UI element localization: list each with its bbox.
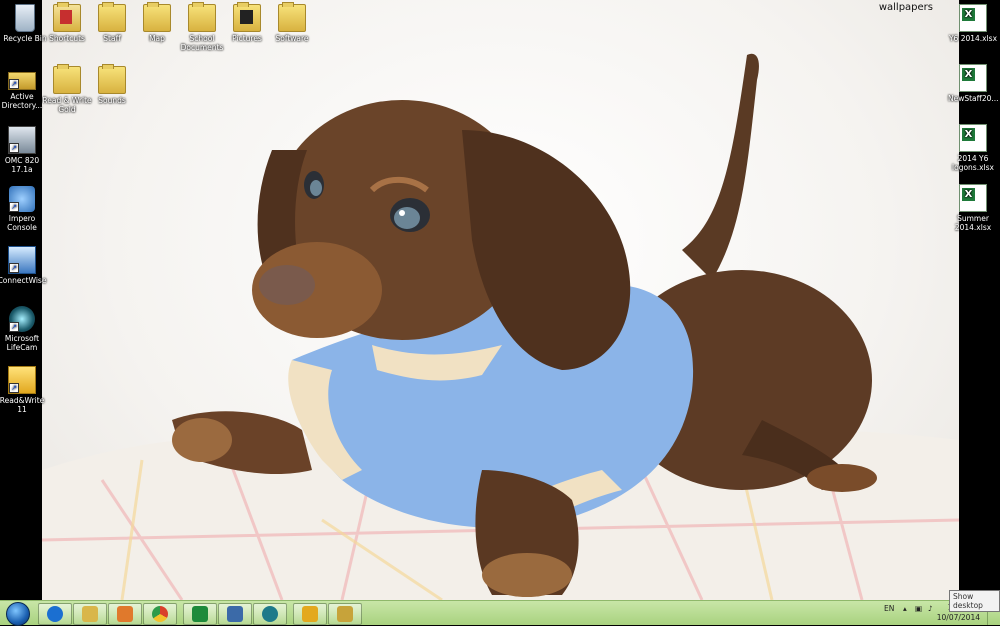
icon-label: ConnectWise: [0, 276, 47, 285]
taskbar: EN ▴ ▣ ♪ 15:09 10/07/2014: [0, 600, 1000, 626]
read-write-icon: [337, 606, 353, 622]
outlook-icon: [302, 606, 318, 622]
pictures-folder-icon: [233, 2, 261, 32]
recycle-bin-icon: [15, 4, 35, 32]
start-button[interactable]: [2, 601, 32, 626]
taskbar-publisher[interactable]: [183, 603, 217, 625]
folder-icon: [143, 2, 171, 32]
chrome-icon: [152, 606, 168, 622]
desktop-icon-lifecam[interactable]: ↗ Microsoft LifeCam: [0, 306, 47, 352]
readwrite-icon: ↗: [8, 366, 36, 394]
taskbar-chrome[interactable]: [143, 603, 177, 625]
icon-label: Map: [149, 34, 165, 43]
taskbar-media-player[interactable]: [108, 603, 142, 625]
desktop-icon-sounds[interactable]: Sounds: [87, 64, 137, 105]
folder-icon: [188, 2, 216, 32]
desktop-icon-read-write-gold[interactable]: Read & Write Gold: [42, 64, 92, 114]
network-icon[interactable]: ▣: [915, 604, 922, 613]
icon-label: Shortcuts: [49, 34, 85, 43]
desktop-icon-impero[interactable]: ↗ Impero Console: [0, 186, 47, 232]
icon-label: School Documents: [180, 34, 224, 52]
desktop-icon-school-documents[interactable]: School Documents: [177, 2, 227, 52]
icon-label: 2014 Y6 logons.xlsx: [952, 154, 994, 172]
lifecam-icon: ↗: [9, 306, 35, 332]
connectwise-icon: ↗: [8, 246, 36, 274]
desktop-icon-summer-2014[interactable]: Summer 2014.xlsx: [948, 184, 998, 232]
show-desktop-tooltip: Show desktop: [949, 590, 1000, 612]
folder-icon: [98, 2, 126, 32]
internet-explorer-icon: [47, 606, 63, 622]
icon-label: Impero Console: [7, 214, 37, 232]
impero-icon: ↗: [9, 186, 35, 212]
icon-label: Staff: [103, 34, 121, 43]
desktop-icon-shortcuts[interactable]: Shortcuts: [42, 2, 92, 43]
remote-desktop-icon: [227, 606, 243, 622]
shortcuts-folder-icon: [53, 2, 81, 32]
icon-label: Software: [275, 34, 309, 43]
volume-icon[interactable]: ♪: [928, 604, 933, 613]
taskbar-outlook[interactable]: [293, 603, 327, 625]
language-indicator[interactable]: EN: [884, 604, 894, 613]
desktop-icon-omc[interactable]: ↗ OMC 820 17.1a: [0, 126, 47, 174]
excel-file-icon: [959, 124, 987, 152]
folder-icon: [278, 2, 306, 32]
windows-logo-icon: [6, 602, 30, 626]
desktop-icon-readwrite[interactable]: ↗ Read&Write 11: [0, 366, 47, 414]
puppy-wallpaper-image: [42, 53, 959, 600]
icon-label: OMC 820 17.1a: [4, 156, 40, 174]
folder-icon: [98, 64, 126, 94]
excel-file-icon: [959, 184, 987, 212]
folder-icon: [53, 64, 81, 94]
desktop-icon-software[interactable]: Software: [267, 2, 317, 43]
tray-chevron-icon[interactable]: ▴: [903, 604, 907, 613]
publisher-icon: [192, 606, 208, 622]
taskbar-lifecam[interactable]: [253, 603, 287, 625]
icon-label: NewStaff20...: [948, 94, 999, 103]
media-player-icon: [117, 606, 133, 622]
active-directory-icon: ↗: [8, 72, 36, 90]
wallpaper-label: wallpapers: [878, 2, 933, 13]
lifecam-icon: [262, 606, 278, 622]
taskbar-remote-desktop[interactable]: [218, 603, 252, 625]
taskbar-internet-explorer[interactable]: [38, 603, 72, 625]
omc-icon: ↗: [8, 126, 36, 154]
icon-label: Recycle Bin: [3, 34, 47, 43]
icon-label: Summer 2014.xlsx: [954, 214, 992, 232]
excel-file-icon: [959, 64, 987, 92]
icon-label: Read & Write Gold: [42, 96, 92, 114]
desktop-icon-pictures[interactable]: Pictures: [222, 2, 272, 43]
taskbar-read-write[interactable]: [328, 603, 362, 625]
file-explorer-icon: [82, 606, 98, 622]
icon-label: Pictures: [232, 34, 262, 43]
taskbar-file-explorer[interactable]: [73, 603, 107, 625]
clock-date: 10/07/2014: [936, 613, 980, 622]
desktop-icon-2014-y6-logons[interactable]: 2014 Y6 logons.xlsx: [948, 124, 998, 172]
desktop-icon-newstaff[interactable]: NewStaff20...: [948, 64, 999, 103]
icon-label: Microsoft LifeCam: [4, 334, 40, 352]
desktop-icon-active-directory[interactable]: ↗ Active Directory...: [0, 66, 47, 110]
desktop-icon-y6-2014[interactable]: Y6 2014.xlsx: [948, 4, 998, 43]
desktop: wallpapers Recycle Bin ↗ Active Director…: [0, 0, 1000, 600]
desktop-icon-connectwise[interactable]: ↗ ConnectWise: [0, 246, 47, 285]
excel-file-icon: [959, 4, 987, 32]
desktop-icon-map[interactable]: Map: [132, 2, 182, 43]
icon-label: Sounds: [98, 96, 126, 105]
icon-label: Active Directory...: [1, 92, 43, 110]
icon-label: Y6 2014.xlsx: [948, 34, 998, 43]
wallpaper: wallpapers: [42, 0, 959, 600]
icon-label: Read&Write 11: [0, 396, 45, 414]
desktop-icon-staff[interactable]: Staff: [87, 2, 137, 43]
